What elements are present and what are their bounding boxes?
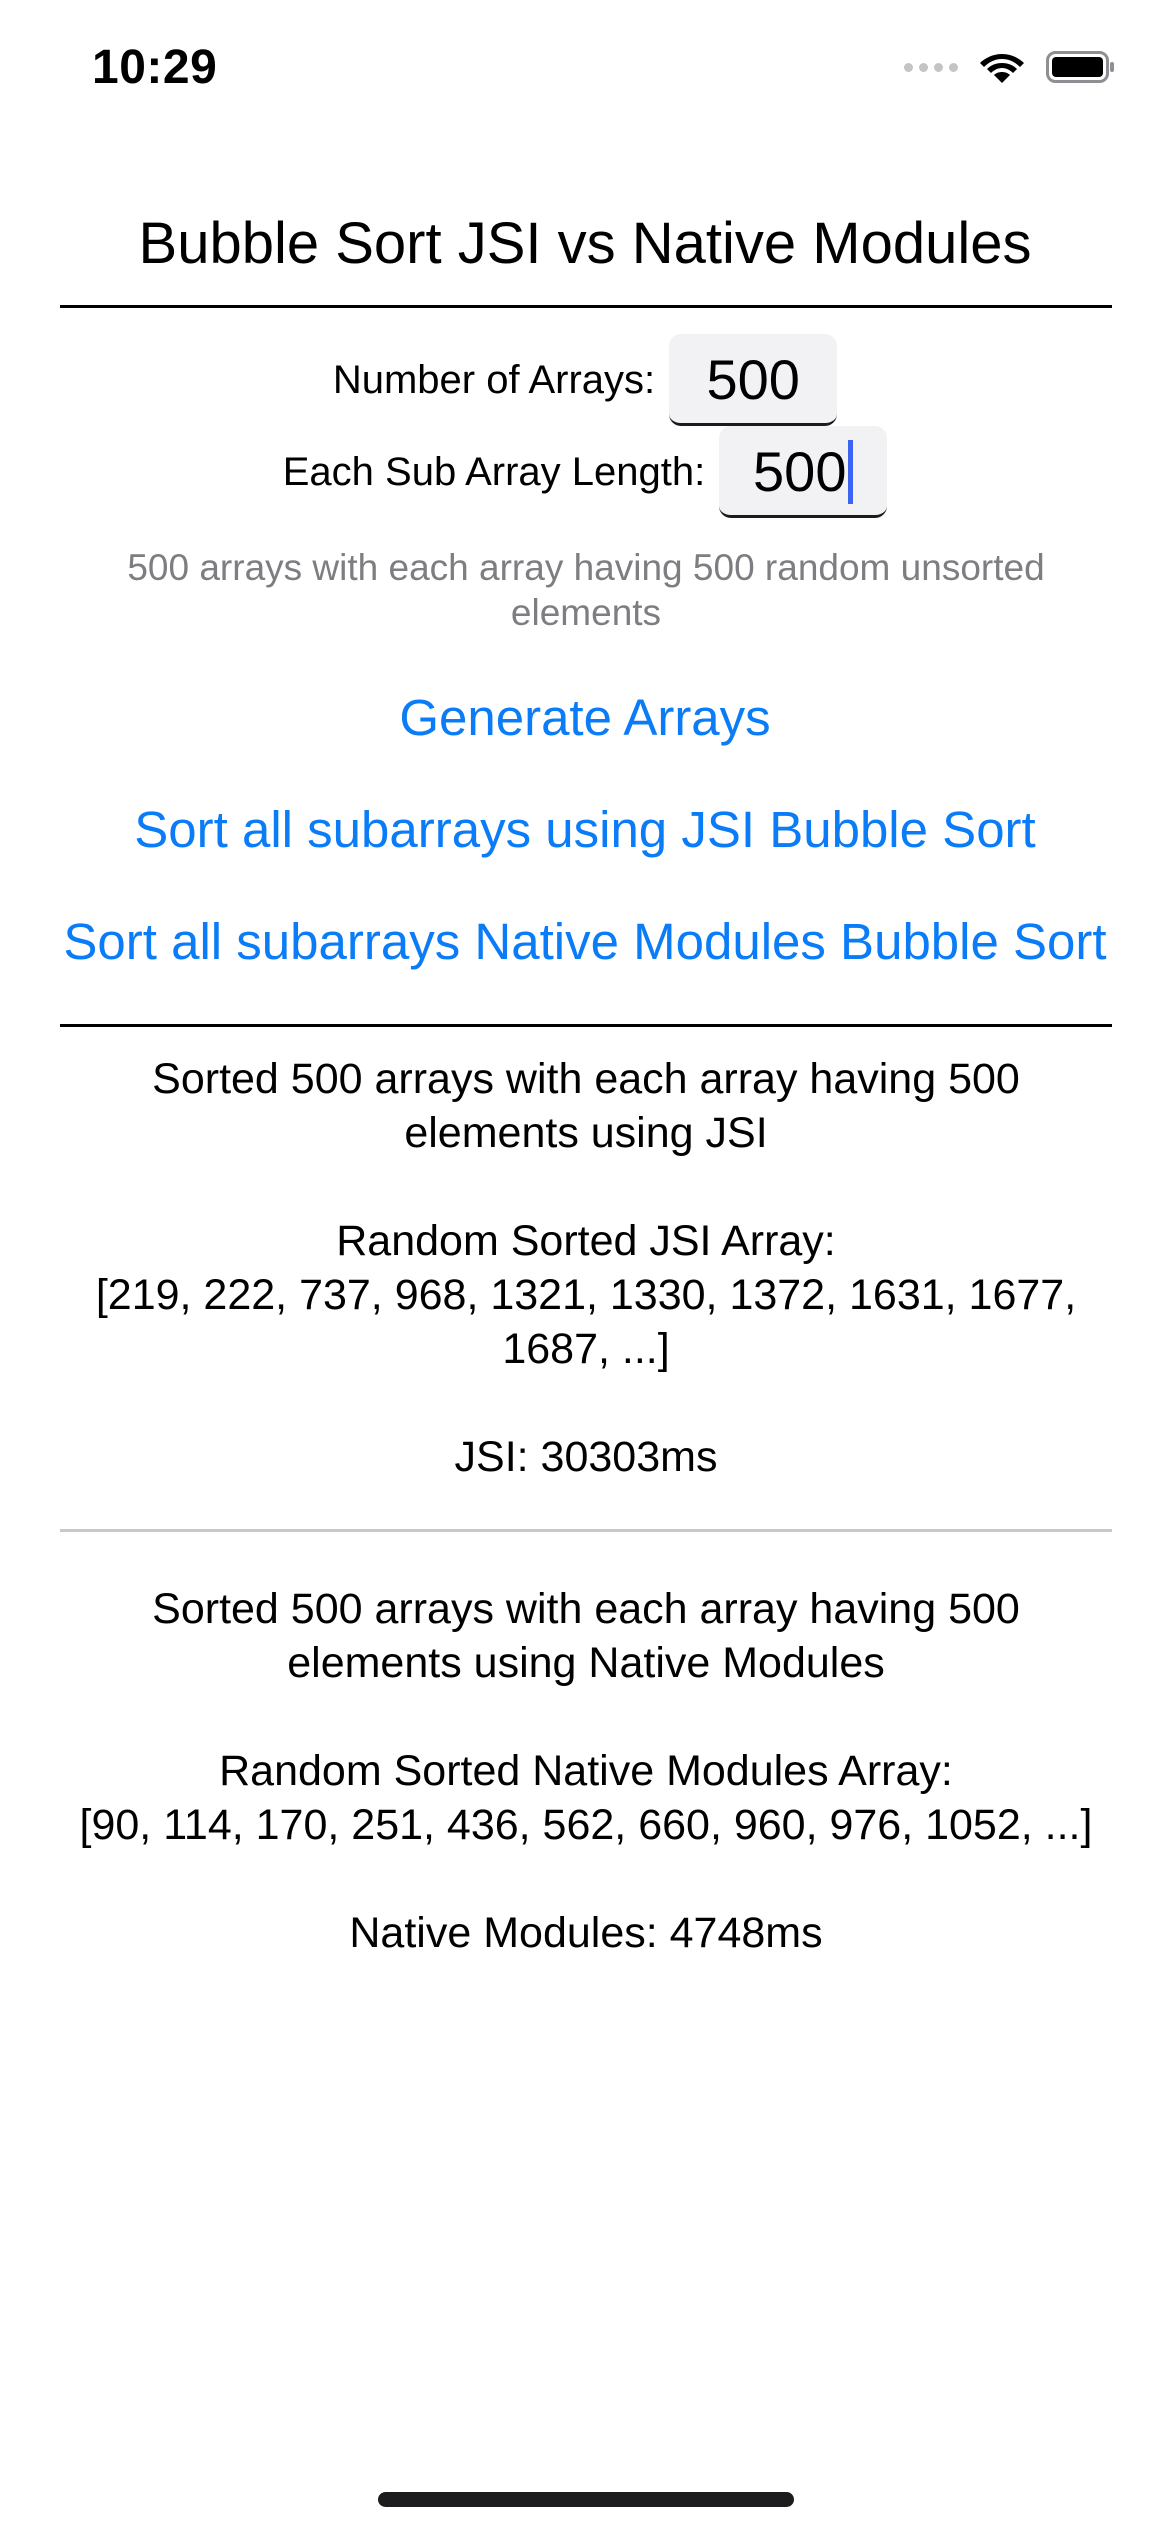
sub-array-length-label: Each Sub Array Length: [282, 449, 706, 494]
sub-array-length-input[interactable]: 500 [719, 426, 888, 518]
home-indicator[interactable] [378, 2492, 794, 2507]
jsi-timing: JSI: 30303ms [454, 1433, 718, 1481]
generate-arrays-button[interactable]: Generate Arrays [0, 688, 1170, 747]
page-title: Bubble Sort JSI vs Native Modules [138, 211, 1032, 276]
title-divider [60, 305, 1112, 308]
sort-native-button[interactable]: Sort all subarrays Native Modules Bubble… [0, 912, 1170, 971]
battery-icon [1046, 51, 1114, 83]
native-array-values: [90, 114, 170, 251, 436, 562, 660, 960, … [79, 1801, 1093, 1849]
status-bar: 10:29 [0, 0, 1170, 150]
wifi-icon [980, 54, 1024, 83]
num-arrays-input[interactable]: 500 [669, 334, 838, 426]
sub-array-length-row: Each Sub Array Length: 500 [0, 426, 1170, 518]
status-time: 10:29 [92, 41, 218, 94]
native-result-section: Sorted 500 arrays with each array having… [60, 1582, 1112, 1960]
app-screen: 10:29 Bubble Sort JSI vs Native Modules … [0, 0, 1170, 2532]
native-summary: Sorted 500 arrays with each array having… [152, 1585, 1020, 1687]
cellular-dots-icon [904, 62, 958, 72]
sort-jsi-button[interactable]: Sort all subarrays using JSI Bubble Sort [0, 800, 1170, 859]
num-arrays-row: Number of Arrays: 500 [0, 334, 1170, 426]
native-timing: Native Modules: 4748ms [349, 1909, 823, 1957]
text-cursor [848, 440, 854, 505]
jsi-summary: Sorted 500 arrays with each array having… [152, 1055, 1020, 1157]
array-summary-hint: 500 arrays with each array having 500 ra… [127, 547, 1045, 633]
section-divider [60, 1529, 1112, 1532]
native-array-label: Random Sorted Native Modules Array: [219, 1747, 953, 1795]
num-arrays-value: 500 [706, 348, 800, 411]
jsi-array-label: Random Sorted JSI Array: [336, 1217, 836, 1265]
results-divider [60, 1024, 1112, 1027]
jsi-result-section: Sorted 500 arrays with each array having… [60, 1052, 1112, 1484]
num-arrays-label: Number of Arrays: [332, 357, 656, 402]
jsi-array-values: [219, 222, 737, 968, 1321, 1330, 1372, 1… [95, 1271, 1077, 1373]
sub-array-length-value: 500 [753, 440, 847, 503]
status-icons [904, 50, 1116, 84]
